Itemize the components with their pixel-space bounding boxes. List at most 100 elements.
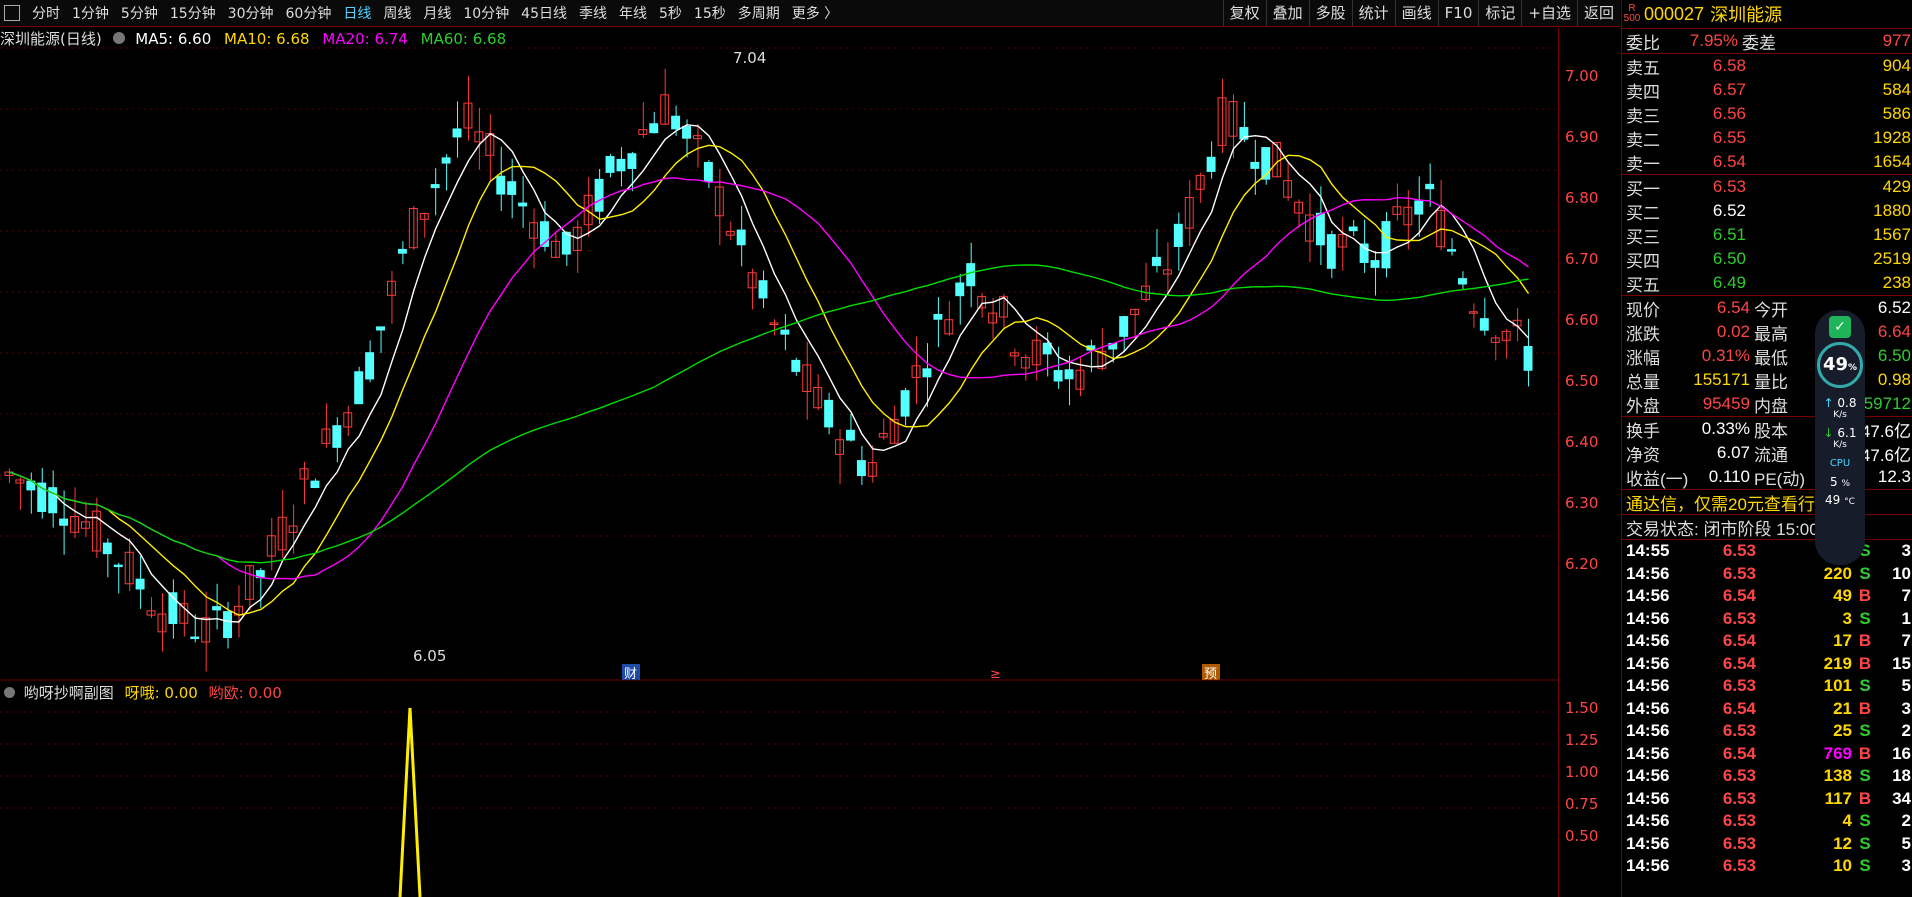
tick-volume: 219 [1823,653,1852,673]
tick-row: 14:56 6.53 101 S 5 [1622,675,1912,698]
tick-side: S [1859,608,1871,628]
candle-body [223,611,232,639]
period-tab[interactable]: 周线 [377,3,417,23]
price-tick: 6.80 [1565,189,1599,207]
candle-body [736,229,746,246]
candle-body [791,359,801,372]
candle-body [900,390,910,417]
level-volume: 238 [1882,273,1911,292]
period-tab[interactable]: 日线 [337,3,377,23]
level-price: 6.55 [1712,128,1746,147]
period-tab[interactable]: 30分钟 [222,3,280,23]
sell-level[interactable]: 卖四 6.57 584 [1622,78,1912,102]
tick-row: 14:56 6.54 769 B 16 [1622,743,1912,766]
menu-icon[interactable] [4,5,20,21]
buy-level[interactable]: 买一 6.53 429 [1622,175,1912,199]
tick-row: 14:56 6.53 138 S 18 [1622,765,1912,788]
level-price: 6.53 [1712,177,1746,196]
stat-row: 总量 155171 量比 0.98 [1622,368,1912,392]
tick-list[interactable]: 14:556.5319S314:566.53220S1014:566.5449B… [1622,540,1912,878]
stat-value: 0.31% [1701,346,1750,365]
stat-row: 净资 6.07 流通 47.6亿 [1622,441,1912,465]
buy-level[interactable]: 买四 6.50 2519 [1622,247,1912,271]
system-monitor-widget[interactable]: ✓ 49% ↑ 0.8 K/s ↓ 6.1 K/s CPU 5 % 49 °C [1815,310,1865,565]
candlestick-chart[interactable]: 7.04 6.05 财 ≥ 预 [0,28,1558,897]
period-tab[interactable]: 季线 [573,3,613,23]
tick-volume: 10 [1833,856,1852,876]
candle-body [1447,249,1456,252]
period-tab[interactable]: 多周期 [732,3,786,23]
tick-price: 6.53 [1722,788,1756,808]
tool-button[interactable]: 叠加 [1265,0,1309,26]
trade-status: 交易状态: 闭市阶段 15:00:00 [1622,515,1912,540]
candle-body [1173,223,1183,247]
stat-label: 现价 [1626,300,1660,320]
tick-price: 6.54 [1722,631,1756,651]
candle-body [102,542,112,555]
stat-row: 换手 0.33% 股本 47.6亿 [1622,417,1912,441]
tool-button[interactable]: 标记 [1478,0,1521,26]
price-tick: 6.60 [1565,311,1599,329]
indicator-v2: 哟欧: 0.00 [208,684,282,702]
sell-level[interactable]: 卖一 6.54 1654 [1622,150,1912,174]
sell-level[interactable]: 卖五 6.58 904 [1622,54,1912,78]
tick-time: 14:56 [1626,743,1670,763]
buy-level[interactable]: 买二 6.52 1880 [1622,199,1912,223]
tick-count: 5 [1901,833,1911,853]
indicator-settings-icon[interactable] [4,687,15,698]
tick-time: 14:56 [1626,833,1670,853]
level-label: 卖一 [1626,154,1660,174]
tool-button[interactable]: 画线 [1394,0,1438,26]
period-tab[interactable]: 年线 [613,3,653,23]
download-arrow-icon: ↓ [1823,426,1834,440]
tick-volume: 769 [1823,743,1852,763]
period-toolbar: 分时 1分钟 5分钟 15分钟 30分钟 60分钟 日线 周线 月线 10分钟 45日线 季线 年线 5秒… [0,0,1620,27]
candle-body [1523,346,1533,371]
cpu-percent: 49 [1822,354,1849,375]
sell-level[interactable]: 卖三 6.56 586 [1622,102,1912,126]
buy-level[interactable]: 买五 6.49 238 [1622,271,1912,295]
period-tab[interactable]: 15分钟 [164,3,222,23]
tick-row: 14:56 6.53 25 S 2 [1622,720,1912,743]
period-tab[interactable]: 1分钟 [66,3,115,23]
ma10-line [9,144,1530,616]
candle-body [1250,161,1260,169]
stat-row: 现价 6.54 今开 6.52 [1622,296,1912,320]
tick-volume: 220 [1823,563,1852,583]
weicha-value: 977 [1882,31,1911,50]
tool-button[interactable]: 统计 [1351,0,1395,26]
tick-volume: 101 [1823,676,1852,696]
stat-label: 净资 [1626,445,1660,465]
tick-count: 16 [1892,743,1911,763]
tick-row: 14:56 6.54 17 B 7 [1622,630,1912,653]
tick-volume: 25 [1833,721,1852,741]
buy-level[interactable]: 买三 6.51 1567 [1622,223,1912,247]
period-tab[interactable]: 5分钟 [115,3,164,23]
indicator-spike [398,707,422,897]
period-tab[interactable]: 分时 [26,3,66,23]
candle-body [594,178,604,212]
tool-button[interactable]: 返回 [1576,0,1620,26]
period-tab[interactable]: 45日线 [515,3,573,23]
tick-side: B [1858,788,1872,808]
tool-button[interactable]: F10 [1437,0,1479,26]
period-tab[interactable]: 5秒 [653,3,688,23]
candle-body [1206,156,1216,172]
tool-button[interactable]: 多股 [1308,0,1352,26]
tick-side: S [1859,856,1871,876]
stat-label: 外盘 [1626,396,1660,416]
period-tab[interactable]: 月线 [417,3,457,23]
tick-time: 14:56 [1626,653,1670,673]
tool-button[interactable]: +自选 [1521,0,1577,26]
indicator-legend: 哟呀抄啊副图 呀哦: 0.00 哟欧: 0.00 [0,682,282,703]
stat-label: 换手 [1626,421,1660,441]
period-tab[interactable]: 15秒 [688,3,732,23]
promo-banner[interactable]: 通达信，仅需20元查看行情 [1622,490,1912,515]
cpu-use: 5 [1829,475,1838,489]
period-tab[interactable]: 更多 〉 [786,3,844,23]
candle-body [321,428,331,444]
sell-level[interactable]: 卖二 6.55 1928 [1622,126,1912,150]
tool-button[interactable]: 复权 [1222,0,1266,26]
period-tab[interactable]: 10分钟 [457,3,515,23]
period-tab[interactable]: 60分钟 [280,3,338,23]
